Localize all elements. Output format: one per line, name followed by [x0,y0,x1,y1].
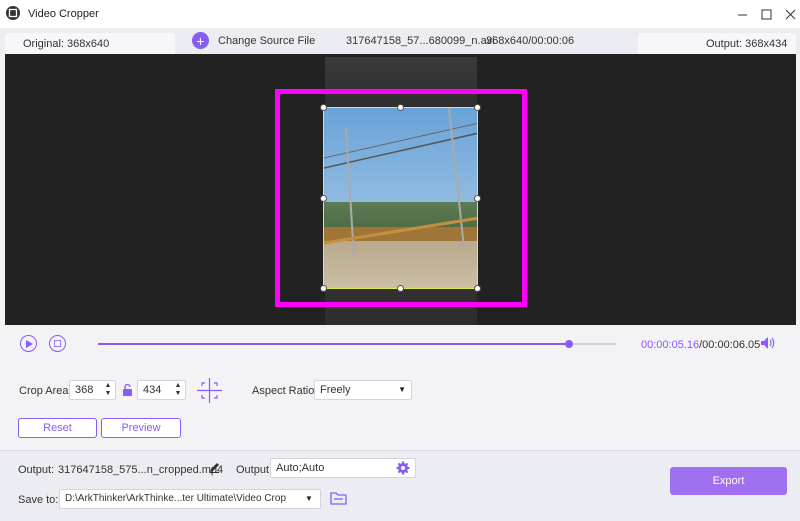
crop-width-input[interactable]: 368 ▲ ▼ [69,380,116,400]
aspect-ratio-value: Freely [320,384,351,396]
play-button[interactable] [20,335,37,352]
video-preview [5,54,796,325]
crop-height-stepper[interactable]: ▲ ▼ [174,382,182,398]
reset-button[interactable]: Reset [18,418,97,438]
output-size-label: Output: 368x434 [706,38,788,50]
source-file-meta: 368x640/00:00:06 [486,35,575,47]
volume-icon[interactable] [760,336,776,350]
chevron-down-icon: ▼ [398,385,406,394]
progress-fill [98,343,570,345]
save-to-label: Save to: [18,494,59,506]
app-logo-icon [6,6,20,20]
total-time: /00:00:06.05 [699,339,761,351]
save-path-field[interactable]: D:\ArkThinker\ArkThinke...ter Ultimate\V… [59,489,321,509]
window-title: Video Cropper [28,8,99,20]
stop-button[interactable] [49,335,66,352]
chevron-down-icon[interactable]: ▼ [305,494,313,503]
output-file-name: 317647158_575...n_cropped.mp4 [58,464,224,476]
change-source-button[interactable]: Change Source File [218,35,315,47]
output-settings-field[interactable]: Auto;Auto [270,458,416,478]
save-path-value: D:\ArkThinker\ArkThinke...ter Ultimate\V… [65,493,287,504]
crop-area-label: Crop Area: [19,385,72,397]
output-settings-label: Output: [236,464,273,476]
highlight-box [275,89,527,307]
title-bar: Video Cropper [0,0,800,28]
crop-width-value: 368 [75,384,94,396]
preview-button[interactable]: Preview [101,418,181,438]
progress-track[interactable] [98,340,616,348]
output-settings-value: Auto;Auto [276,462,325,474]
stop-icon [54,340,61,347]
crop-height-value: 434 [143,384,162,396]
time-display: 00:00:05.16/00:00:06.05 [641,339,760,351]
close-icon[interactable] [776,0,800,28]
play-icon [25,339,33,348]
edit-icon[interactable] [209,462,220,473]
output-file-label: Output: [18,464,55,476]
export-button[interactable]: Export [670,467,787,495]
center-crop-icon[interactable] [196,377,223,404]
aspect-ratio-select[interactable]: Freely ▼ [314,380,412,400]
crop-width-stepper[interactable]: ▲ ▼ [104,382,112,398]
gear-icon[interactable] [396,461,410,475]
add-file-icon[interactable]: + [192,32,209,49]
original-size-label: Original: 368x640 [23,38,110,50]
folder-icon[interactable] [330,491,347,505]
crop-height-input[interactable]: 434 ▲ ▼ [137,380,186,400]
aspect-ratio-label: Aspect Ratio: [252,385,318,397]
current-time: 00:00:05.16 [641,339,700,351]
source-file-name: 317647158_57...680099_n.avi [346,35,495,47]
lock-icon[interactable] [122,384,133,396]
